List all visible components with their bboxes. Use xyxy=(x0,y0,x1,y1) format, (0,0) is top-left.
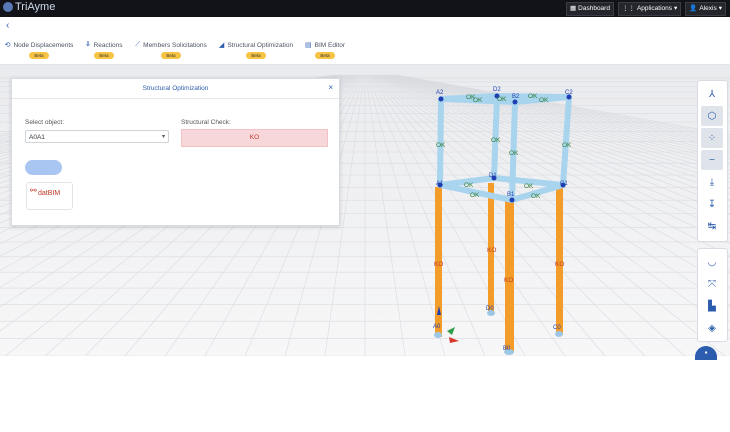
status-ok: OK xyxy=(491,137,501,144)
logo-icon xyxy=(3,2,13,12)
user-name: Alexis xyxy=(699,5,717,12)
reaction-icon: ⥥ xyxy=(85,41,91,48)
tab-label: BIM Editor xyxy=(314,41,345,49)
beta-badge: Beta xyxy=(29,52,49,59)
object-select[interactable]: A0A1 ▾ xyxy=(25,130,169,143)
status-ok: OK xyxy=(531,193,541,200)
node-label-c0: C0 xyxy=(553,325,561,331)
app-title: TriAyme xyxy=(15,1,56,13)
structural-check-label: Structural Check: xyxy=(181,119,231,126)
tab-label: Members Solicitations xyxy=(143,41,207,49)
node-label-d0: D0 xyxy=(486,306,494,312)
tab-label: Structural Optimization xyxy=(227,41,294,49)
node-label-a1: A1 xyxy=(436,181,444,187)
dashboard-label: Dashboard xyxy=(578,5,610,12)
select-object-label: Select object: xyxy=(25,119,65,126)
caret-down-icon: ▾ xyxy=(674,5,678,12)
node-label-b1: B1 xyxy=(507,192,515,198)
caret-down-icon: ▾ xyxy=(718,5,722,12)
nodes-icon[interactable]: ⁘ xyxy=(701,128,723,148)
module-tabs-bar: ‹ ⟲ Node Displacements Beta ⥥ Reactions Be… xyxy=(0,17,730,79)
optimization-icon: ◢ xyxy=(218,42,225,49)
panel-title: Structural Optimization xyxy=(142,85,209,92)
status-ko: KO xyxy=(434,261,443,268)
applications-menu[interactable]: ⋮⋮ Applications ▾ xyxy=(617,2,682,16)
node-label-d1: D1 xyxy=(489,173,497,179)
node-label-a0: A0 xyxy=(433,324,441,330)
status-ko: KO xyxy=(487,247,496,254)
axes-icon[interactable]: ⅄ xyxy=(701,84,723,104)
status-ok: OK xyxy=(509,150,519,157)
top-navbar: TriAyme ▦ Dashboard ⋮⋮ Applications ▾ 👤 … xyxy=(0,0,730,17)
dashboard-button[interactable]: ▦ Dashboard xyxy=(566,2,614,16)
status-ok: OK xyxy=(539,97,549,104)
app-logo[interactable]: TriAyme xyxy=(3,1,55,13)
user-menu[interactable]: 👤 Alexis ▾ xyxy=(685,2,726,16)
applications-label: Applications xyxy=(636,5,673,12)
status-ko: KO xyxy=(555,261,564,268)
beta-badge: Beta xyxy=(246,52,266,59)
structural-check-result: KO xyxy=(181,129,328,147)
datbim-logo-text: datBIM xyxy=(38,190,61,197)
status-ok: OK xyxy=(470,192,480,199)
status-ko: KO xyxy=(504,277,513,284)
status-ok: OK xyxy=(436,142,446,149)
dashboard-icon: ▦ xyxy=(570,5,577,12)
datbim-logo-button[interactable]: ⚯ datBIM xyxy=(26,182,73,210)
panel-divider xyxy=(12,98,339,99)
structural-optimization-panel: Structural Optimization × Select object:… xyxy=(11,78,340,226)
beta-badge: Beta xyxy=(161,52,181,59)
page-footer-area xyxy=(0,356,730,432)
status-ok: OK xyxy=(497,96,507,103)
chevron-down-icon: ▾ xyxy=(161,134,165,140)
chart-line-icon: ⟋ xyxy=(135,41,141,48)
network-icon: ⚯ xyxy=(30,186,37,195)
dimension-icon[interactable]: ↹ xyxy=(701,216,723,236)
status-ok: OK xyxy=(562,142,572,149)
minus-icon[interactable]: − xyxy=(701,150,723,170)
optimize-button[interactable] xyxy=(25,160,62,175)
column-b0b1[interactable] xyxy=(505,200,514,352)
user-icon: 👤 xyxy=(689,5,698,12)
view-toolbar: ⅄ ⬡ ⁘ − ⤓ ↧ ↹ xyxy=(697,80,728,242)
node-label-a2: A2 xyxy=(436,90,444,96)
status-ok: OK xyxy=(528,93,538,100)
node-label-d2: D2 xyxy=(493,87,501,93)
expand-icon[interactable]: ⤧ xyxy=(701,274,723,294)
grid-icon: ⋮⋮ xyxy=(621,5,635,12)
load-icon[interactable]: ↧ xyxy=(701,194,723,214)
object-select-value: A0A1 xyxy=(29,134,45,141)
display-toolbar: ◡ ⤧ ▙ ◈ xyxy=(697,248,728,342)
chart-icon[interactable]: ▙ xyxy=(701,296,723,316)
layers-icon[interactable]: ◈ xyxy=(701,318,723,338)
status-ok: OK xyxy=(464,182,474,189)
top-nav-menu: ▦ Dashboard ⋮⋮ Applications ▾ 👤 Alexis ▾ xyxy=(566,2,726,16)
node-label-c1: C1 xyxy=(560,181,568,187)
cube-icon[interactable]: ⬡ xyxy=(701,106,723,126)
node-label-c2: C2 xyxy=(565,90,573,96)
close-icon[interactable]: × xyxy=(328,83,333,92)
tab-label: Node Displacements xyxy=(13,41,74,49)
reaction-icon[interactable]: ⤓ xyxy=(701,172,723,192)
node-label-b2: B2 xyxy=(512,94,520,100)
beta-badge: Beta xyxy=(94,52,114,59)
deformation-icon[interactable]: ◡ xyxy=(701,252,723,272)
tab-label: Reactions xyxy=(93,41,123,49)
back-chevron-icon[interactable]: ‹ xyxy=(6,20,9,31)
status-ok: OK xyxy=(524,183,534,190)
displacement-icon: ⟲ xyxy=(4,42,11,49)
node-label-b0: B0 xyxy=(503,346,511,352)
status-ok: OK xyxy=(473,97,483,104)
beta-badge: Beta xyxy=(315,52,335,59)
bim-icon: ▤ xyxy=(305,42,312,49)
